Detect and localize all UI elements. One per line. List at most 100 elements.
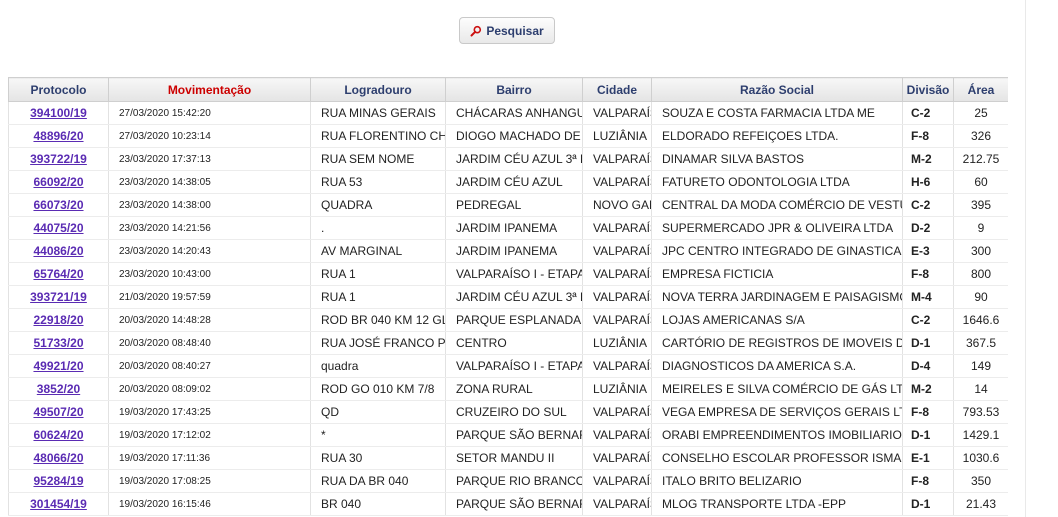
- col-header-protocolo[interactable]: Protocolo: [8, 77, 109, 102]
- cidade-cell: VALPARAÍSO DE GOIÁS: [582, 400, 652, 424]
- protocolo-link[interactable]: 49921/20: [33, 359, 83, 373]
- area-cell: 300: [953, 239, 1008, 263]
- protocolo-link[interactable]: 60624/20: [33, 428, 83, 442]
- table-row[interactable]: 44086/20 23/03/2020 14:20:43 AV MARGINAL JA…: [8, 239, 1008, 263]
- area-cell: 367.5: [953, 331, 1008, 355]
- divisao-cell: M-2: [902, 377, 954, 401]
- movimentacao-cell: 19/03/2020 17:08:25: [108, 469, 311, 493]
- bairro-cell: JARDIM IPANEMA: [445, 216, 583, 240]
- cidade-cell: VALPARAÍSO DE GOIÁS: [582, 170, 652, 194]
- movimentacao-cell: 23/03/2020 14:21:56: [108, 216, 311, 240]
- protocolo-link[interactable]: 394100/19: [30, 106, 87, 120]
- table-row[interactable]: 49507/20 19/03/2020 17:43:25 QD CRUZEIRO DO…: [8, 400, 1008, 424]
- protocolo-cell: 48896/20: [8, 124, 109, 148]
- area-cell: 1646.6: [953, 308, 1008, 332]
- col-header-area[interactable]: Área: [953, 77, 1008, 102]
- logradouro-cell: RUA 1: [310, 285, 446, 309]
- protocolo-cell: 95284/19: [8, 469, 109, 493]
- table-row[interactable]: 48896/20 27/03/2020 10:23:14 RUA FLORENTIN…: [8, 124, 1008, 148]
- table-row[interactable]: 3852/20 20/03/2020 08:09:02 ROD GO 010 KM …: [8, 377, 1008, 401]
- logradouro-cell: ROD GO 010 KM 7/8: [310, 377, 446, 401]
- protocolo-cell: 44086/20: [8, 239, 109, 263]
- movimentacao-cell: 23/03/2020 14:38:05: [108, 170, 311, 194]
- cidade-cell: VALPARAÍSO DE GOIÁS: [582, 216, 652, 240]
- table-row[interactable]: 301454/19 19/03/2020 16:15:46 BR 040 PARQUE…: [8, 492, 1008, 516]
- protocolo-link[interactable]: 301454/19: [30, 497, 87, 511]
- protocolo-link[interactable]: 66073/20: [33, 198, 83, 212]
- movimentacao-cell: 23/03/2020 10:43:00: [108, 262, 311, 286]
- cidade-cell: VALPARAÍSO DE GOIÁS: [582, 285, 652, 309]
- table-row[interactable]: 95284/19 19/03/2020 17:08:25 RUA DA BR 040…: [8, 469, 1008, 493]
- cidade-cell: LUZIÂNIA: [582, 124, 652, 148]
- col-header-divisao[interactable]: Divisão: [902, 77, 954, 102]
- movimentacao-cell: 20/03/2020 08:40:27: [108, 354, 311, 378]
- table-row[interactable]: 66073/20 23/03/2020 14:38:00 QUADRA PEDREGA…: [8, 193, 1008, 217]
- table-row[interactable]: 22918/20 20/03/2020 14:48:28 ROD BR 040 KM…: [8, 308, 1008, 332]
- movimentacao-cell: 27/03/2020 15:42:20: [108, 101, 311, 125]
- table-row[interactable]: 66092/20 23/03/2020 14:38:05 RUA 53 JARDIM …: [8, 170, 1008, 194]
- protocolo-link[interactable]: 3852/20: [37, 382, 80, 396]
- col-header-cidade[interactable]: Cidade: [582, 77, 652, 102]
- movimentacao-cell: 19/03/2020 17:43:25: [108, 400, 311, 424]
- protocolo-link[interactable]: 48066/20: [33, 451, 83, 465]
- protocolo-link[interactable]: 44075/20: [33, 221, 83, 235]
- table-row[interactable]: 393722/19 23/03/2020 17:37:13 RUA SEM NOME…: [8, 147, 1008, 171]
- movimentacao-cell: 19/03/2020 16:15:46: [108, 492, 311, 516]
- cidade-cell: VALPARAÍSO DE GOIÁS: [582, 423, 652, 447]
- table-row[interactable]: 48066/20 19/03/2020 17:11:36 RUA 30 SETOR M…: [8, 446, 1008, 470]
- protocolo-cell: 51733/20: [8, 331, 109, 355]
- divisao-cell: D-4: [902, 354, 954, 378]
- protocolo-cell: 44075/20: [8, 216, 109, 240]
- table-row[interactable]: 49921/20 20/03/2020 08:40:27 quadra VALPARA…: [8, 354, 1008, 378]
- razao-social-cell: CONSELHO ESCOLAR PROFESSOR ISMAEL: [651, 446, 903, 470]
- movimentacao-cell: 20/03/2020 14:48:28: [108, 308, 311, 332]
- bairro-cell: JARDIM CÉU AZUL 3ª ETAPA: [445, 147, 583, 171]
- protocolo-link[interactable]: 51733/20: [33, 336, 83, 350]
- col-header-bairro[interactable]: Bairro: [445, 77, 583, 102]
- protocolo-link[interactable]: 44086/20: [33, 244, 83, 258]
- movimentacao-cell: 20/03/2020 08:09:02: [108, 377, 311, 401]
- table-row[interactable]: 51733/20 20/03/2020 08:48:40 RUA JOSÉ FRAN…: [8, 331, 1008, 355]
- cidade-cell: LUZIÂNIA: [582, 331, 652, 355]
- protocolo-link[interactable]: 48896/20: [33, 129, 83, 143]
- protocolo-link[interactable]: 49507/20: [33, 405, 83, 419]
- protocolo-link[interactable]: 393722/19: [30, 152, 87, 166]
- protocolo-cell: 301454/19: [8, 492, 109, 516]
- table-row[interactable]: 65764/20 23/03/2020 10:43:00 RUA 1 VALPARAÍ…: [8, 262, 1008, 286]
- search-button[interactable]: Pesquisar: [459, 17, 555, 44]
- col-header-razao-social[interactable]: Razão Social: [651, 77, 903, 102]
- protocolo-cell: 66092/20: [8, 170, 109, 194]
- razao-social-cell: CENTRAL DA MODA COMÉRCIO DE VESTUÁRIO: [651, 193, 903, 217]
- cidade-cell: VALPARAÍSO DE GOIÁS: [582, 469, 652, 493]
- protocolo-link[interactable]: 22918/20: [33, 313, 83, 327]
- bairro-cell: PARQUE SÃO BERNARDO: [445, 492, 583, 516]
- movimentacao-cell: 19/03/2020 17:12:02: [108, 423, 311, 447]
- protocolo-link[interactable]: 95284/19: [33, 474, 83, 488]
- bairro-cell: CRUZEIRO DO SUL: [445, 400, 583, 424]
- divisao-cell: D-1: [902, 423, 954, 447]
- area-cell: 14: [953, 377, 1008, 401]
- protocolo-link[interactable]: 66092/20: [33, 175, 83, 189]
- protocolo-link[interactable]: 393721/19: [30, 290, 87, 304]
- area-cell: 1429.1: [953, 423, 1008, 447]
- razao-social-cell: MLOG TRANSPORTE LTDA -EPP: [651, 492, 903, 516]
- bairro-cell: VALPARAÍSO I - ETAPA A: [445, 354, 583, 378]
- col-header-movimentacao[interactable]: Movimentação: [108, 77, 311, 102]
- cidade-cell: VALPARAÍSO DE GOIÁS: [582, 308, 652, 332]
- divisao-cell: C-2: [902, 101, 954, 125]
- protocolo-cell: 393722/19: [8, 147, 109, 171]
- table-row[interactable]: 393721/19 21/03/2020 19:57:59 RUA 1 JARDIM …: [8, 285, 1008, 309]
- bairro-cell: DIOGO MACHADO DE ARAUJO: [445, 124, 583, 148]
- area-cell: 800: [953, 262, 1008, 286]
- table-row[interactable]: 394100/19 27/03/2020 15:42:20 RUA MINAS GE…: [8, 101, 1008, 125]
- logradouro-cell: RUA JOSÉ FRANCO PEREIRA: [310, 331, 446, 355]
- table-row[interactable]: 60624/20 19/03/2020 17:12:02 * PARQUE SÃO B…: [8, 423, 1008, 447]
- col-header-logradouro[interactable]: Logradouro: [310, 77, 446, 102]
- movimentacao-cell: 23/03/2020 17:37:13: [108, 147, 311, 171]
- bairro-cell: JARDIM CÉU AZUL 3ª ETAPA: [445, 285, 583, 309]
- table-row[interactable]: 44075/20 23/03/2020 14:21:56. JARDIM IPANE…: [8, 216, 1008, 240]
- cidade-cell: VALPARAÍSO DE GOIÁS: [582, 101, 652, 125]
- page-right-divider: [1025, 0, 1026, 517]
- movimentacao-cell: 23/03/2020 14:38:00: [108, 193, 311, 217]
- protocolo-link[interactable]: 65764/20: [33, 267, 83, 281]
